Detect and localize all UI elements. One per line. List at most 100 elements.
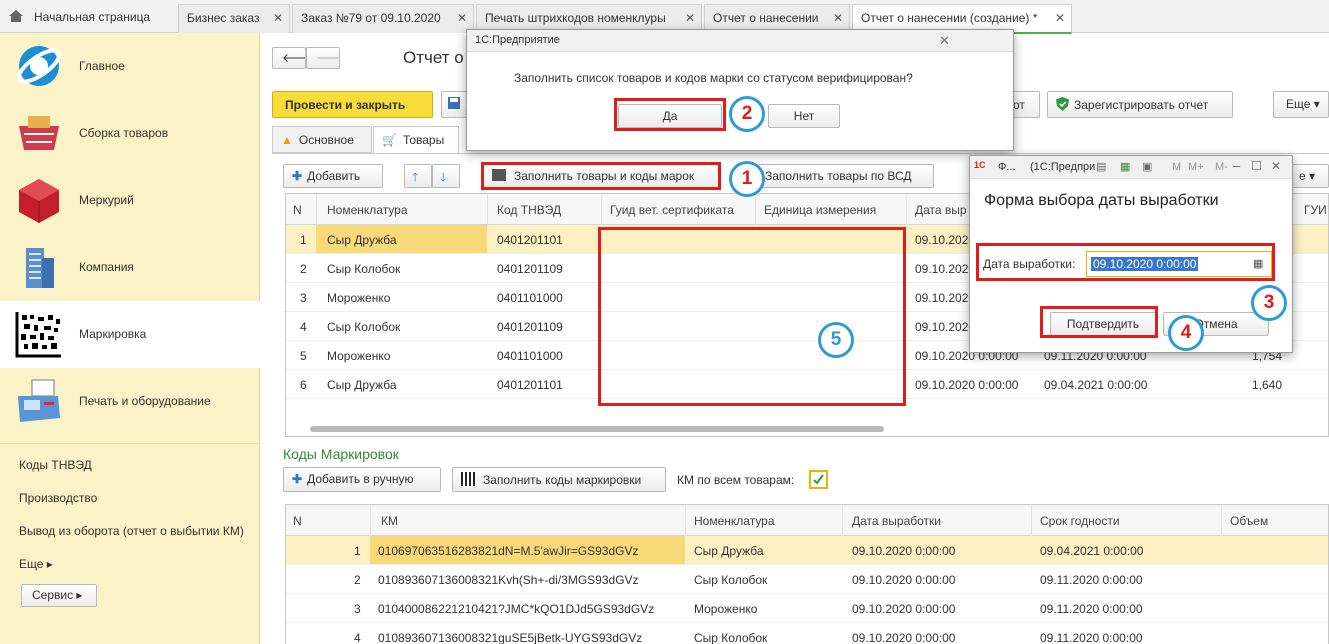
cell-date: 09.10.2020 0:00:00 [915, 378, 1019, 392]
move-down-icon[interactable]: 🡓 [432, 164, 460, 188]
memory-icon[interactable]: M [1172, 161, 1181, 173]
building-icon [14, 242, 64, 292]
sidebar-link-tnved[interactable]: Коды ТНВЭД [19, 458, 92, 472]
cell-n: 4 [300, 320, 307, 334]
service-button[interactable]: Сервис ▸ [21, 584, 97, 607]
plus-icon: ✚ [292, 169, 303, 183]
cell-date: 09.10.2020 0:00:00 [852, 631, 956, 644]
sidebar-item-mercury[interactable]: Меркурий [0, 167, 260, 234]
fill-goods-vsd-button[interactable]: Заполнить товары по ВСД [758, 164, 934, 188]
plus-icon: ✚ [292, 472, 303, 486]
sidebar-item-marking[interactable]: Маркировка [0, 301, 260, 368]
cell-name: Сыр Колобок [694, 573, 768, 587]
tab-goods[interactable]: 🛒 Товары [373, 126, 459, 154]
cell-v: 1,640 [1252, 378, 1283, 392]
cell-n: 3 [300, 291, 307, 305]
home-icon[interactable] [8, 8, 24, 24]
close-icon[interactable]: ✕ [939, 33, 950, 49]
km-all-label: КМ по всем товарам: [677, 473, 795, 487]
cell-n: 2 [300, 262, 307, 276]
add-manual-button[interactable]: ✚ Добавить в ручную [283, 467, 441, 492]
dialog-app: (1С:Предпри [1030, 161, 1096, 173]
cell-date: 09.10.2020 0:00:00 [852, 573, 956, 587]
minimize-icon[interactable]: – [1233, 158, 1240, 173]
calendar-icon[interactable]: ▣ [1142, 160, 1152, 173]
horizontal-scrollbar[interactable] [310, 426, 884, 432]
cell-km: 010400086221210421?JMC*kQO1DJd5GS93dGVz [378, 602, 655, 616]
close-icon[interactable]: ✕ [1055, 11, 1065, 25]
dialog-heading: Форма выбора даты выработки [984, 192, 1219, 209]
register-report-button[interactable]: Зарегистрировать отчет [1047, 91, 1233, 118]
table-row[interactable]: 3 010400086221210421?JMC*kQO1DJd5GS93dGVz… [286, 594, 1328, 623]
maximize-icon[interactable]: ☐ [1251, 159, 1262, 173]
app-logo-icon: 1С [974, 160, 986, 170]
fill-codes-button[interactable]: Заполнить коды маркировки [452, 467, 666, 492]
no-button[interactable]: Нет [768, 104, 840, 128]
sidebar-link-production[interactable]: Производство [19, 491, 97, 505]
cell-code: 0401201109 [497, 262, 563, 276]
cell-n: 2 [354, 573, 361, 587]
tab-order-79[interactable]: Заказ №79 от 09.10.2020 ✕ [292, 4, 474, 33]
cell-name: Сыр Колобок [327, 262, 401, 276]
cell-code: 0401201101 [497, 233, 563, 247]
datamatrix-icon [14, 309, 64, 359]
codes-section-title: Коды Маркировок [283, 446, 399, 462]
cell-name: Мороженко [694, 602, 758, 616]
table-row[interactable]: 1 010697063516283821dN=M.5'awJir=GS93dGVz… [286, 536, 1328, 565]
annotation-box-1 [481, 162, 721, 190]
close-icon[interactable]: ✕ [833, 11, 843, 25]
add-button[interactable]: ✚ Добавить [283, 164, 383, 188]
shield-icon [1056, 97, 1069, 111]
km-all-checkbox[interactable] [809, 470, 828, 489]
cell-d2: 09.04.2021 0:00:00 [1044, 378, 1148, 392]
cell-name: Сыр Дружба [327, 233, 397, 247]
move-up-icon[interactable]: 🡑 [404, 164, 432, 188]
memory-plus-icon[interactable]: M+ [1188, 161, 1204, 173]
cell-n: 5 [300, 349, 307, 363]
cell-name: Мороженко [327, 291, 391, 305]
page-title: Отчет о [403, 48, 464, 67]
close-icon[interactable]: ✕ [273, 11, 283, 25]
save-icon[interactable] [441, 91, 467, 118]
sidebar-item-printing[interactable]: Печать и оборудование [0, 368, 260, 435]
tab-business-order[interactable]: Бизнес заказ ✕ [178, 4, 290, 33]
sidebar-link-more[interactable]: Еще ▸ [19, 557, 53, 571]
dialog-title: Ф... [998, 161, 1016, 173]
sidebar-item-label: Меркурий [79, 193, 134, 207]
sidebar-item-company[interactable]: Компания [0, 234, 260, 301]
cell-date: 09.10.2020 [915, 262, 976, 276]
print-icon[interactable]: ▤ [1096, 160, 1106, 173]
cell-code: 0401101000 [497, 291, 563, 305]
post-and-close-button[interactable]: Провести и закрыть [272, 91, 433, 118]
cell-code: 0401101000 [497, 349, 563, 363]
back-button[interactable]: 🡐 [272, 47, 306, 69]
forward-button[interactable]: 🡒 [306, 47, 340, 69]
memory-minus-icon[interactable]: M- [1215, 161, 1228, 173]
close-icon[interactable]: ✕ [1271, 159, 1281, 173]
more-goods-button[interactable]: е ▾ [1292, 164, 1329, 188]
sidebar-link-withdrawal[interactable]: Вывод из оборота (отчет о выбытии КМ) [19, 524, 244, 538]
cell-date: 09.10.2020 0:00:00 [852, 602, 956, 616]
tab-main[interactable]: ▲ Основное [272, 126, 372, 153]
calculator-icon[interactable]: ▦ [1120, 160, 1130, 173]
cell-n: 1 [354, 544, 361, 558]
cart-icon: 🛒 [382, 133, 397, 147]
terminal-icon [14, 376, 64, 426]
close-icon[interactable]: ✕ [457, 11, 467, 25]
sidebar-item-label: Главное [79, 59, 125, 73]
tab-home[interactable]: Начальная страница [26, 4, 176, 33]
sidebar-item-label: Маркировка [79, 327, 147, 341]
dialog-titlebar: 1С Ф... (1С:Предпри ▤ ▦ ▣ M M+ M- – ☐ ✕ [970, 156, 1292, 179]
marker-2: 2 [729, 96, 765, 132]
close-icon[interactable]: ✕ [685, 11, 695, 25]
cell-name: Сыр Колобок [327, 320, 401, 334]
sidebar-item-assembly[interactable]: Сборка товаров [0, 100, 260, 167]
table-row[interactable]: 2 010893607136008321Kvh(Sh+-di/3MGS93dGVz… [286, 565, 1328, 594]
qr-icon [461, 472, 475, 486]
cell-name: Мороженко [327, 349, 391, 363]
sidebar-item-main[interactable]: Главное [0, 33, 260, 100]
cell-date: 09.10.2020 [915, 320, 976, 334]
more-button[interactable]: Еще ▾ [1273, 91, 1329, 118]
table-row[interactable]: 4 010893607136008321guSE5jBetk-UYGS93dGVz… [286, 623, 1328, 644]
cell-km: 010893607136008321Kvh(Sh+-di/3MGS93dGVz [378, 573, 639, 587]
